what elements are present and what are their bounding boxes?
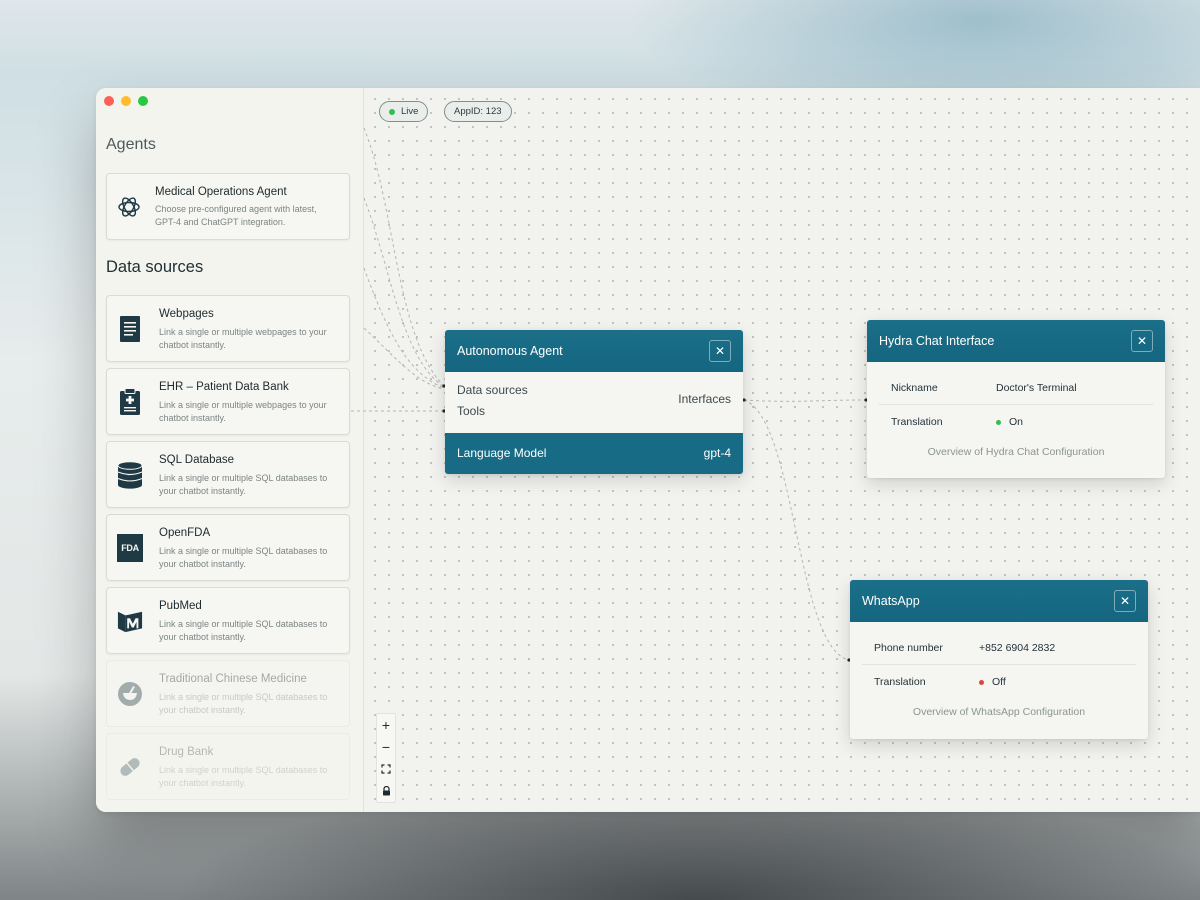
source-card-title: EHR – Patient Data Bank (159, 381, 289, 393)
source-card-description: Link a single or multiple SQL databases … (159, 765, 328, 788)
source-card-title: SQL Database (159, 454, 235, 466)
close-icon: ✕ (1136, 334, 1148, 348)
language-model-label: Language Model (457, 446, 547, 460)
app-window: Agents Medical Operations Agent Choose p… (96, 88, 1200, 812)
source-card-ehr[interactable]: EHR – Patient Data Bank Link a single or… (106, 368, 350, 435)
fit-view-icon (381, 764, 391, 774)
close-icon: ✕ (714, 344, 726, 358)
zoom-out-button[interactable]: − (377, 736, 395, 758)
fit-view-button[interactable] (377, 758, 395, 780)
source-card-sql-database[interactable]: SQL Database Link a single or multiple S… (106, 441, 350, 508)
node-header: Hydra Chat Interface ✕ (867, 320, 1165, 362)
source-card-title: PubMed (159, 600, 202, 612)
translation-value: On (1009, 416, 1024, 428)
pubmed-logo-icon (117, 607, 143, 635)
clipboard-medical-icon (117, 388, 143, 416)
source-card-webpages[interactable]: Webpages Link a single or multiple webpa… (106, 295, 350, 362)
translation-status[interactable]: Off (979, 676, 1006, 688)
translation-status[interactable]: On (996, 416, 1023, 428)
agent-card-medical-operations[interactable]: Medical Operations Agent Choose pre-conf… (106, 173, 350, 240)
mortar-icon (117, 680, 143, 708)
close-icon: ✕ (1119, 594, 1131, 608)
nickname-label: Nickname (891, 382, 938, 394)
app-id-label: AppID: 123 (454, 106, 502, 117)
status-off-dot-icon (979, 679, 984, 685)
source-card-title: Drug Bank (159, 746, 214, 758)
live-dot-icon (389, 108, 395, 115)
whatsapp-node[interactable]: WhatsApp ✕ Phone number +852 6904 2832 T… (850, 580, 1148, 739)
node-footer: Overview of Hydra Chat Configuration (927, 446, 1105, 458)
phone-value: +852 6904 2832 (979, 642, 1056, 654)
openai-logo-icon (116, 193, 142, 221)
translation-row: Translation On (867, 405, 1165, 439)
live-status-badge: Live (379, 101, 429, 122)
translation-label: Translation (891, 416, 943, 428)
source-card-description: Link a single or multiple SQL databases … (159, 546, 328, 569)
source-card-description: Link a single or multiple webpages to yo… (159, 327, 327, 350)
source-card-description: Link a single or multiple webpages to yo… (159, 400, 327, 423)
language-model-row[interactable]: Language Model gpt-4 (445, 433, 743, 474)
source-card-drug-bank[interactable]: Drug Bank Link a single or multiple SQL … (106, 733, 350, 800)
translation-row: Translation Off (850, 665, 1148, 699)
pill-icon (117, 753, 143, 781)
nickname-value: Doctor's Terminal (996, 382, 1077, 394)
node-header: Autonomous Agent ✕ (445, 330, 743, 372)
source-card-description: Link a single or multiple SQL databases … (159, 473, 328, 496)
source-card-title: Webpages (159, 308, 214, 320)
autonomous-agent-node[interactable]: Autonomous Agent ✕ Data sources Tools In… (445, 330, 743, 474)
phone-label: Phone number (874, 642, 943, 654)
source-card-openfda[interactable]: FDA OpenFDA Link a single or multiple SQ… (106, 514, 350, 581)
document-icon (117, 315, 143, 343)
app-id-badge: AppID: 123 (444, 101, 512, 122)
source-card-description: Link a single or multiple SQL databases … (159, 692, 328, 715)
translation-label: Translation (874, 676, 926, 688)
lock-icon (382, 786, 390, 796)
fda-logo-icon: FDA (117, 534, 143, 562)
sidebar: Agents Medical Operations Agent Choose p… (96, 88, 364, 812)
node-title: Hydra Chat Interface (879, 334, 995, 348)
source-card-title: Traditional Chinese Medicine (159, 673, 307, 685)
agents-heading: Agents (106, 136, 156, 153)
maximize-window-button[interactable] (138, 96, 148, 106)
hydra-chat-node[interactable]: Hydra Chat Interface ✕ Nickname Doctor's… (867, 320, 1165, 478)
close-node-button[interactable]: ✕ (1131, 330, 1153, 352)
input-tools-label: Tools (457, 404, 486, 418)
node-title: Autonomous Agent (457, 344, 563, 358)
agent-card-title: Medical Operations Agent (155, 186, 287, 198)
live-label: Live (401, 106, 419, 117)
node-ports: Data sources Tools Interfaces (445, 372, 743, 433)
node-header: WhatsApp ✕ (850, 580, 1148, 622)
zoom-in-button[interactable]: + (377, 714, 395, 736)
minimize-window-button[interactable] (121, 96, 131, 106)
close-window-button[interactable] (104, 96, 114, 106)
agent-card-description: Choose pre-configured agent with latest,… (155, 204, 317, 227)
input-data-sources-label: Data sources (457, 383, 528, 397)
source-card-title: OpenFDA (159, 527, 211, 539)
source-card-traditional-chinese-medicine[interactable]: Traditional Chinese Medicine Link a sing… (106, 660, 350, 727)
lock-button[interactable] (377, 780, 395, 802)
window-controls (104, 96, 148, 106)
source-card-description: Link a single or multiple SQL databases … (159, 619, 328, 642)
output-interfaces-label: Interfaces (678, 392, 731, 406)
close-node-button[interactable]: ✕ (709, 340, 731, 362)
close-node-button[interactable]: ✕ (1114, 590, 1136, 612)
fda-logo-text: FDA (117, 534, 143, 562)
nickname-row: Nickname Doctor's Terminal (879, 371, 1153, 405)
database-icon (117, 461, 143, 489)
phone-row: Phone number +852 6904 2832 (862, 631, 1136, 665)
source-card-pubmed[interactable]: PubMed Link a single or multiple SQL dat… (106, 587, 350, 654)
language-model-value: gpt-4 (703, 446, 731, 460)
zoom-controls: + − (376, 713, 396, 803)
node-footer: Overview of WhatsApp Configuration (912, 706, 1086, 718)
translation-value: Off (992, 676, 1006, 688)
status-on-dot-icon (996, 419, 1001, 425)
node-title: WhatsApp (862, 594, 920, 608)
data-sources-heading: Data sources (106, 258, 204, 276)
